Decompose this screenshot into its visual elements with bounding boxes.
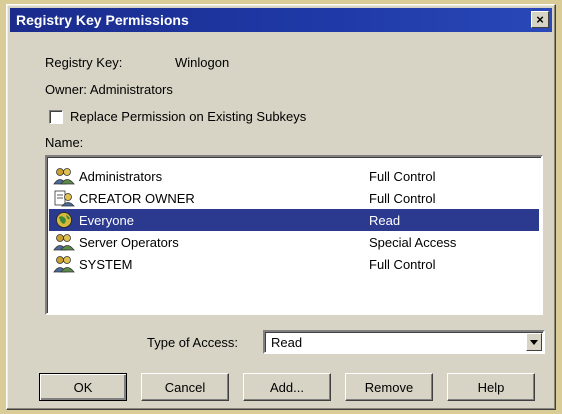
close-button[interactable]: × [531,11,549,28]
type-of-access-select[interactable]: Read [263,330,545,354]
entry-name: Administrators [79,168,163,184]
ok-button[interactable]: OK [39,373,127,401]
dialog-title: Registry Key Permissions [16,12,189,28]
group-icon [53,233,75,251]
list-item-creator-owner[interactable]: CREATOR OWNER Full Control [49,187,539,209]
replace-permission-checkbox[interactable] [49,110,63,124]
entry-name: Everyone [79,212,134,228]
add-button[interactable]: Add... [243,373,331,401]
globe-icon [53,211,75,229]
list-item-system[interactable]: SYSTEM Full Control [49,253,539,275]
group-icon [53,167,75,185]
entry-name: SYSTEM [79,256,133,272]
title-bar[interactable]: Registry Key Permissions × [10,8,552,32]
entry-permission: Special Access [369,234,457,250]
entry-permission: Full Control [369,256,436,272]
entry-permission: Full Control [369,190,436,206]
type-of-access-value: Read [271,335,303,350]
close-icon: × [536,12,544,27]
registry-permissions-dialog: Registry Key Permissions × Registry Key:… [6,4,556,410]
permissions-list[interactable]: Administrators Full Control CREATOR OWNE… [45,155,543,315]
list-item-everyone[interactable]: Everyone Read [49,209,539,231]
entry-permission: Full Control [369,168,436,184]
owner-value: Administrators [89,82,173,97]
cancel-button[interactable]: Cancel [141,373,229,401]
entry-permission: Read [369,212,401,228]
group-icon [53,255,75,273]
registry-key-label: Registry Key: [45,55,123,70]
list-item-administrators[interactable]: Administrators Full Control [49,165,539,187]
remove-button[interactable]: Remove [345,373,433,401]
type-of-access-label: Type of Access: [147,335,239,350]
owner-label: Owner: Administrators [45,82,173,97]
entry-name: CREATOR OWNER [79,190,195,206]
creator-owner-icon [53,189,75,207]
name-label: Name: [45,135,84,150]
list-item-server-operators[interactable]: Server Operators Special Access [49,231,539,253]
replace-permission-label[interactable]: Replace Permission on Existing Subkeys [70,109,306,124]
entry-name: Server Operators [79,234,179,250]
registry-key-value: Winlogon [175,55,230,70]
dropdown-arrow-button[interactable] [526,333,542,351]
help-button[interactable]: Help [447,373,535,401]
chevron-down-icon [530,339,538,345]
